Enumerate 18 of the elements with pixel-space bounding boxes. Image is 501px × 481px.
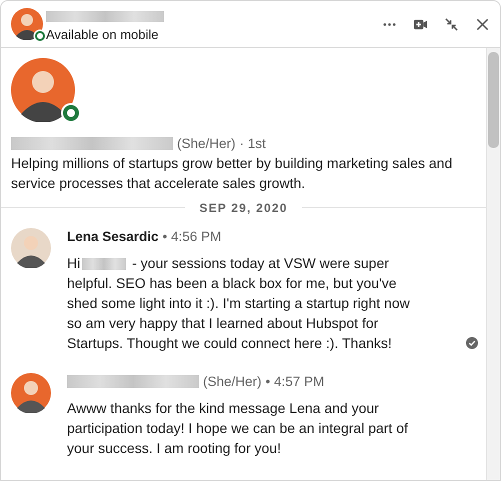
connection-degree: · 1st <box>240 136 266 151</box>
message-time: • 4:57 PM <box>266 374 324 388</box>
headline-text: Helping millions of startups grow better by building marketing sales and service processes that accelerate sales growth. <box>11 154 454 193</box>
scrollbar[interactable] <box>486 48 500 480</box>
avatar <box>11 58 75 122</box>
message-text: Hi - your sessions today at VSW were super helpful. SEO has been a black box for me, but you've shed some light into it :). I'm starting a startup right now so am very happy that I learned about Hubspot for Startups. Thought we could connect here :). Thanks! <box>67 254 411 353</box>
close-icon[interactable] <box>475 16 490 32</box>
message-time: • 4:56 PM <box>162 228 222 244</box>
avatar <box>11 373 51 413</box>
sender-name[interactable]: Lena Sesardic <box>67 228 159 244</box>
avatar <box>11 8 43 40</box>
status-text: Available on mobile <box>46 26 160 42</box>
pronouns: (She/Her) <box>203 374 262 388</box>
avatar <box>11 228 51 268</box>
pronouns: (She/Her) <box>177 136 236 151</box>
scrollbar-thumb[interactable] <box>488 52 499 148</box>
minimize-icon[interactable] <box>444 16 459 32</box>
message-text: Awww thanks for the kind message Lena and your participation today! I hope we can be an integral part of your success. I am rooting for you! <box>67 399 409 458</box>
